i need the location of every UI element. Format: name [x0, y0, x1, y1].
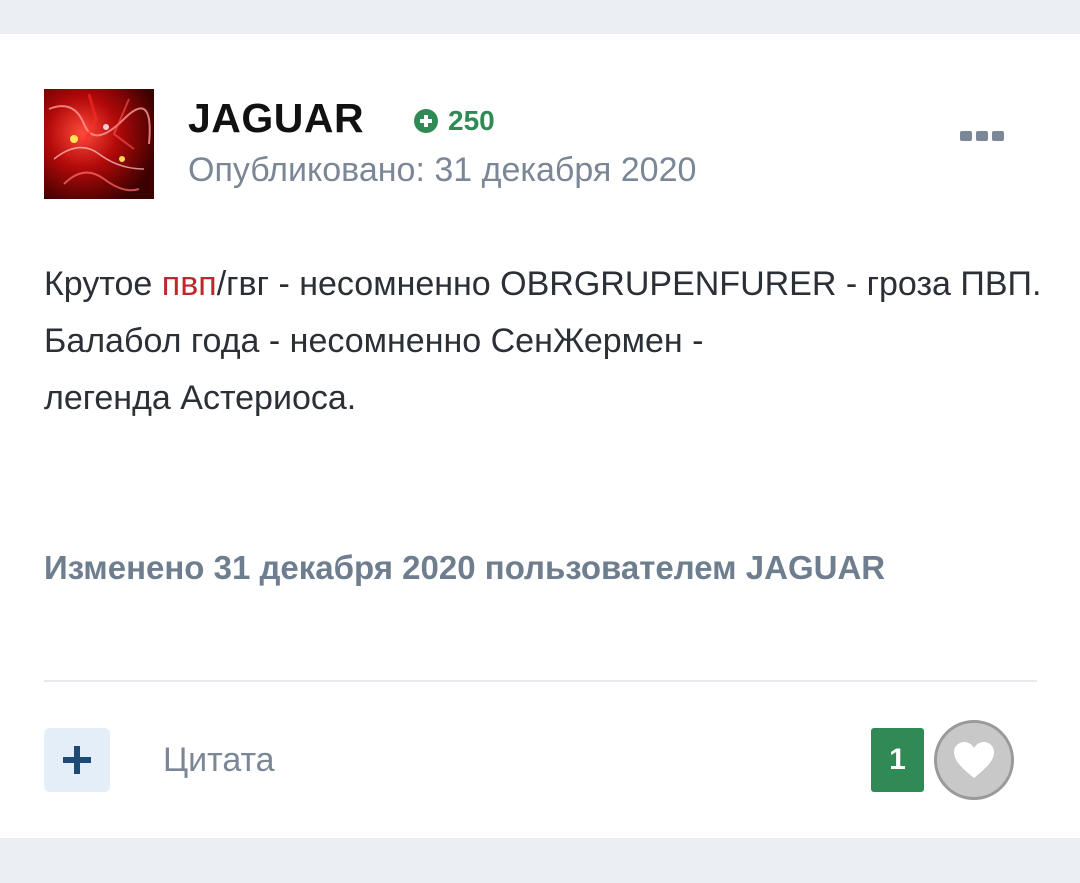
like-button[interactable] [934, 720, 1014, 800]
add-button[interactable] [44, 728, 110, 792]
author-avatar[interactable] [44, 89, 154, 199]
ellipsis-icon[interactable] [960, 131, 1004, 141]
body-text-line1-suffix: /гвг - несомненно OBRGRUPENFURER - гроза… [216, 265, 1042, 303]
post-body: Крутое пвп/гвг - несомненно OBRGRUPENFUR… [44, 256, 1044, 427]
like-count: 1 [871, 728, 924, 792]
author-name[interactable]: JAGUAR [188, 92, 364, 144]
edited-note: Изменено 31 декабря 2020 пользователем J… [44, 549, 886, 586]
post-card: JAGUAR 250 Опубликовано: 31 декабря 2020… [0, 34, 1080, 838]
body-text-line2: Балабол года - несомненно СенЖермен - ле… [44, 322, 704, 417]
quote-button[interactable]: Цитата [163, 738, 275, 782]
reputation-badge: 250 [414, 104, 495, 138]
body-text-line1-prefix: Крутое [44, 265, 162, 303]
divider [44, 680, 1037, 682]
reputation-value: 250 [448, 105, 495, 136]
published-date: Опубликовано: 31 декабря 2020 [188, 151, 697, 189]
plus-circle-icon [414, 109, 438, 133]
heart-icon [954, 742, 994, 778]
highlighted-word: пвп [161, 265, 217, 303]
